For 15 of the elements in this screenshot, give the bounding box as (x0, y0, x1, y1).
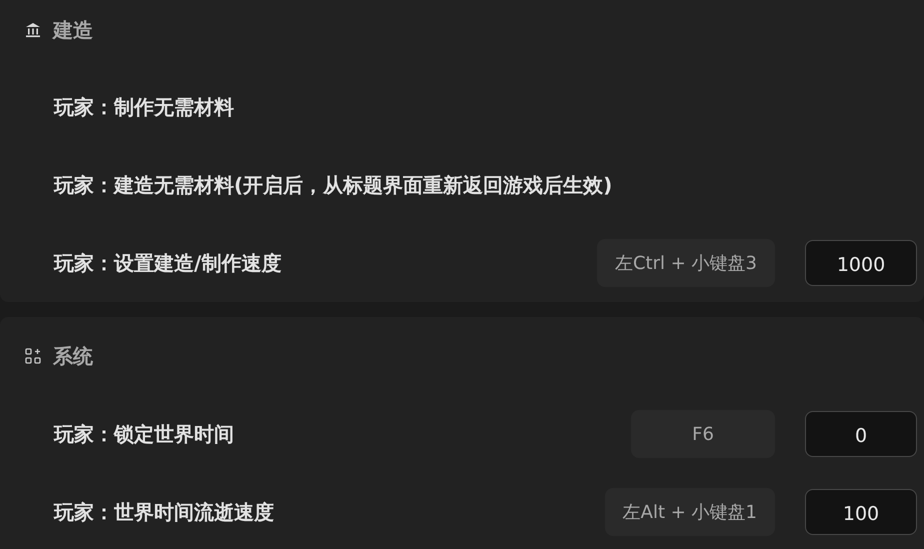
hotkey-button[interactable]: F6 (631, 410, 775, 458)
setting-label: 玩家：建造无需材料(开启后，从标题界面重新返回游戏后生效) (54, 172, 612, 199)
hotkey-button[interactable]: 左Ctrl + 小键盘3 (596, 239, 775, 287)
setting-label: 玩家：世界时间流逝速度 (54, 499, 274, 526)
value-field[interactable]: 100 (805, 489, 917, 535)
setting-label: 玩家：锁定世界时间 (54, 421, 234, 448)
setting-label: 玩家：制作无需材料 (54, 94, 234, 121)
value-field[interactable]: 0 (805, 411, 917, 457)
hotkey-button[interactable]: 左Alt + 小键盘1 (604, 488, 775, 536)
apps-add-icon (25, 348, 41, 364)
section-title: 建造 (53, 17, 93, 44)
bank-icon (25, 22, 41, 38)
section-title: 系统 (53, 343, 93, 370)
value-field[interactable]: 1000 (805, 240, 917, 286)
setting-label: 玩家：设置建造/制作速度 (54, 250, 282, 277)
